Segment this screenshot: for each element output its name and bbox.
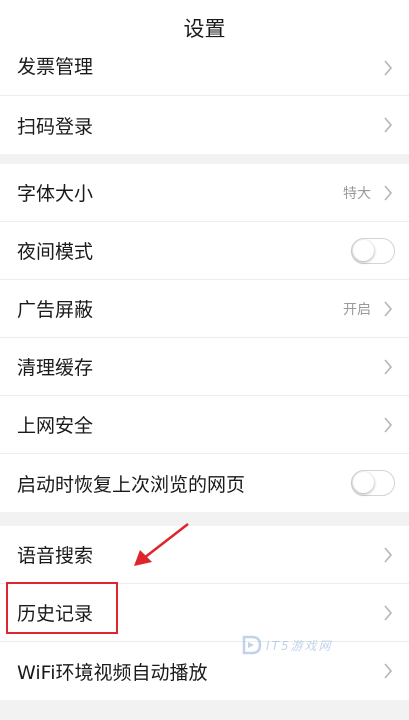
watermark-logo-icon — [242, 635, 262, 655]
settings-item-font-size[interactable]: 字体大小 特大 — [0, 164, 409, 222]
settings-item-invoice[interactable]: 发票管理 — [0, 40, 409, 96]
settings-item-label: 字体大小 — [17, 183, 94, 205]
chevron-right-icon — [384, 358, 393, 375]
toggle-knob — [353, 239, 374, 261]
chevron-right-icon — [384, 546, 393, 563]
chevron-right-icon — [384, 60, 393, 76]
chevron-right-icon — [384, 117, 393, 133]
settings-section-account: 发票管理 扫码登录 — [0, 40, 409, 154]
page-title: 设置 — [183, 17, 226, 41]
chevron-right-icon — [384, 604, 393, 621]
settings-item-label: 启动时恢复上次浏览的网页 — [17, 473, 246, 496]
settings-item-value: 开启 — [343, 301, 371, 318]
settings-item-restore-pages: 启动时恢复上次浏览的网页 — [0, 454, 409, 512]
toggle-knob — [353, 472, 374, 493]
chevron-right-icon — [384, 416, 393, 433]
settings-item-night-mode: 夜间模式 — [0, 222, 409, 280]
settings-item-voice-search[interactable]: 语音搜索 — [0, 526, 409, 584]
settings-item-label: 广告屏蔽 — [17, 299, 94, 321]
settings-item-clear-cache[interactable]: 清理缓存 — [0, 338, 409, 396]
settings-item-label: 发票管理 — [17, 56, 94, 78]
settings-item-label: 语音搜索 — [17, 545, 94, 567]
settings-item-scan-login[interactable]: 扫码登录 — [0, 96, 409, 154]
settings-item-label: 扫码登录 — [17, 115, 94, 138]
settings-item-web-security[interactable]: 上网安全 — [0, 396, 409, 454]
settings-item-label: 清理缓存 — [17, 357, 94, 379]
settings-item-value: 特大 — [343, 185, 371, 202]
chevron-right-icon — [384, 300, 393, 317]
chevron-right-icon — [384, 184, 393, 201]
settings-section-browsing: 字体大小 特大 夜间模式 广告屏蔽 开启 清理缓存 上网安全 启动时恢复上次浏览… — [0, 164, 409, 512]
watermark: IT5游戏网 — [240, 632, 365, 658]
night-mode-toggle[interactable] — [351, 237, 395, 264]
settings-item-label: 上网安全 — [17, 415, 94, 437]
watermark-text: IT5游戏网 — [266, 638, 333, 653]
settings-item-label: 夜间模式 — [17, 241, 94, 263]
settings-item-ad-block[interactable]: 广告屏蔽 开启 — [0, 280, 409, 338]
annotation-arrow-icon — [134, 523, 189, 566]
history-highlight-box — [6, 582, 118, 634]
chevron-right-icon — [384, 663, 393, 679]
restore-pages-toggle[interactable] — [351, 470, 395, 496]
settings-item-label: WiFi环境视频自动播放 — [17, 661, 208, 684]
